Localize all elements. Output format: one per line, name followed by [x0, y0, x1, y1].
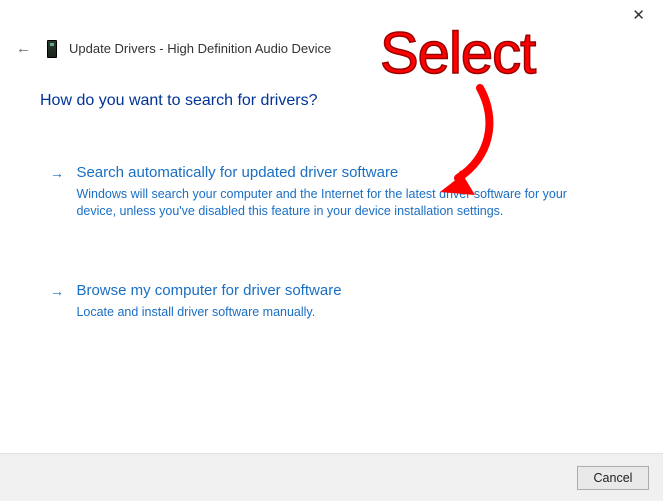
option-description: Windows will search your computer and th… — [76, 186, 581, 220]
back-arrow-icon[interactable]: ← — [12, 38, 35, 59]
cancel-button[interactable]: Cancel — [577, 466, 649, 490]
page-heading: How do you want to search for drivers? — [40, 92, 317, 110]
device-icon — [47, 40, 57, 58]
footer-bar: Cancel — [0, 453, 663, 501]
option-title: Search automatically for updated driver … — [76, 162, 581, 184]
wizard-header: ← Update Drivers - High Definition Audio… — [12, 38, 331, 59]
arrow-right-icon: → — [50, 280, 64, 302]
window-title: Update Drivers - High Definition Audio D… — [69, 41, 331, 56]
arrow-right-icon: → — [50, 162, 64, 184]
annotation-label: Select — [380, 20, 535, 87]
close-icon[interactable]: ✕ — [624, 4, 653, 27]
option-search-automatically[interactable]: → Search automatically for updated drive… — [50, 162, 590, 220]
option-title: Browse my computer for driver software — [76, 280, 581, 302]
option-browse-computer[interactable]: → Browse my computer for driver software… — [50, 280, 590, 321]
option-description: Locate and install driver software manua… — [76, 304, 581, 321]
